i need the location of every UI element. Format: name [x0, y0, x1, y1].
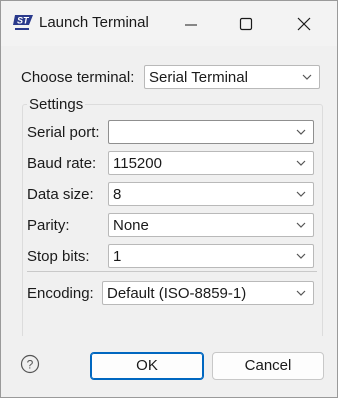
svg-text:?: ? — [27, 358, 34, 372]
st-logo-icon: ST — [12, 13, 34, 33]
parity-dropdown[interactable]: None — [108, 213, 314, 237]
choose-terminal-value: Serial Terminal — [149, 69, 248, 86]
choose-terminal-label: Choose terminal: — [21, 69, 135, 86]
svg-text:ST: ST — [17, 16, 30, 26]
settings-separator — [27, 271, 317, 272]
launch-terminal-dialog: ST Launch Terminal Choose terminal: Seri… — [0, 0, 338, 398]
close-button[interactable] — [286, 9, 322, 39]
serial-port-label: Serial port: — [27, 124, 100, 141]
encoding-label: Encoding: — [27, 285, 94, 302]
encoding-dropdown[interactable]: Default (ISO-8859-1) — [102, 281, 314, 305]
parity-value: None — [113, 217, 149, 234]
chevron-down-icon — [296, 290, 306, 296]
baud-rate-value: 115200 — [113, 155, 162, 172]
stop-bits-dropdown[interactable]: 1 — [108, 244, 314, 268]
stop-bits-value: 1 — [113, 248, 122, 265]
cancel-button[interactable]: Cancel — [212, 352, 324, 380]
encoding-value: Default (ISO-8859-1) — [107, 285, 247, 302]
dialog-content: Choose terminal: Serial Terminal Setting… — [2, 46, 336, 360]
help-icon[interactable]: ? — [20, 354, 40, 374]
chevron-down-icon — [296, 129, 306, 135]
minimize-button[interactable] — [173, 9, 209, 39]
chevron-down-icon — [296, 191, 306, 197]
data-size-dropdown[interactable]: 8 — [108, 182, 314, 206]
choose-terminal-dropdown[interactable]: Serial Terminal — [144, 65, 320, 89]
data-size-label: Data size: — [27, 186, 94, 203]
dialog-footer: ? OK Cancel — [2, 336, 336, 396]
baud-rate-dropdown[interactable]: 115200 — [108, 151, 314, 175]
maximize-button[interactable] — [228, 9, 264, 39]
window-title: Launch Terminal — [39, 14, 149, 31]
chevron-down-icon — [296, 222, 306, 228]
parity-label: Parity: — [27, 217, 70, 234]
chevron-down-icon — [302, 74, 312, 80]
ok-button[interactable]: OK — [90, 352, 204, 380]
title-bar: ST Launch Terminal — [1, 1, 337, 46]
baud-rate-label: Baud rate: — [27, 155, 97, 172]
serial-port-dropdown[interactable] — [108, 120, 314, 144]
settings-group-title: Settings — [27, 96, 86, 113]
chevron-down-icon — [296, 160, 306, 166]
chevron-down-icon — [296, 253, 306, 259]
stop-bits-label: Stop bits: — [27, 248, 90, 265]
data-size-value: 8 — [113, 186, 122, 203]
